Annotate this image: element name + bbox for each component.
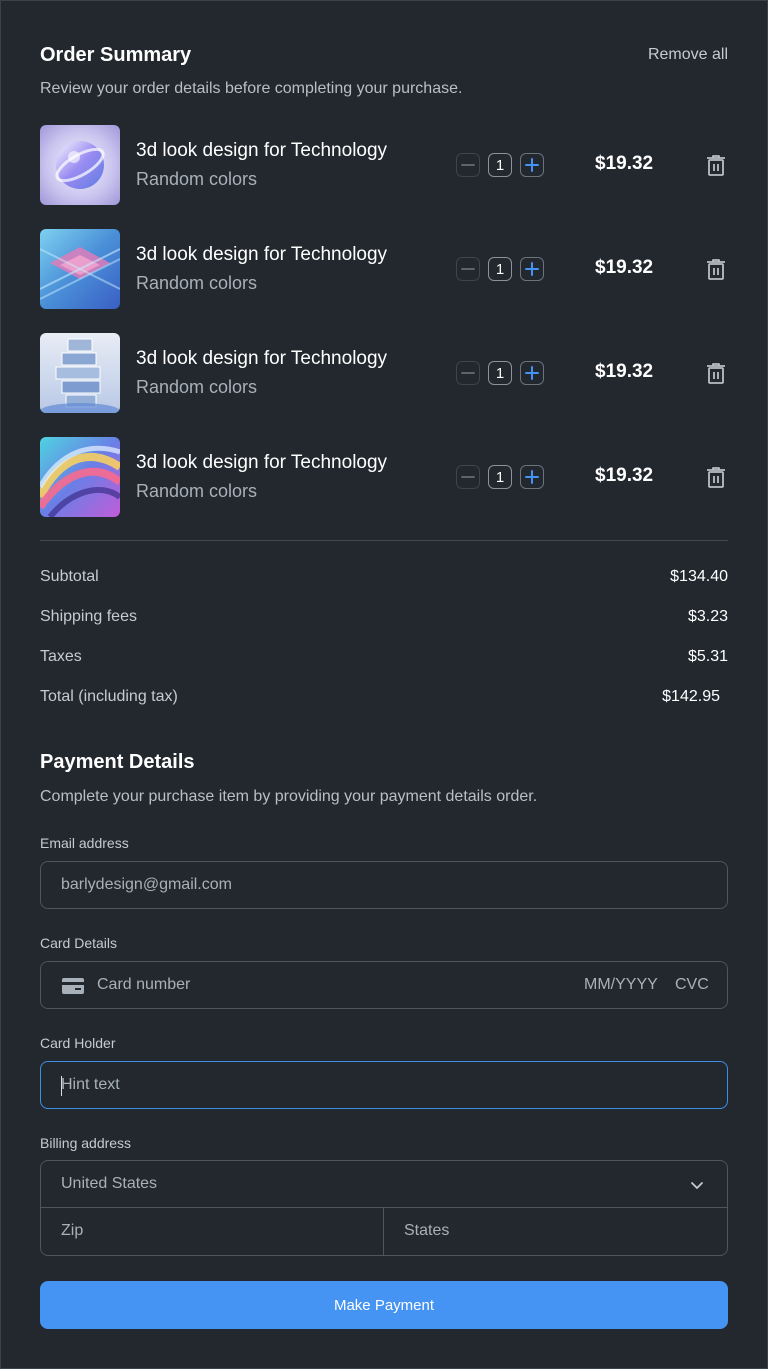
quantity-stepper: 1 — [456, 153, 546, 177]
payment-title: Payment Details — [40, 751, 195, 773]
billing-address-label: Billing address — [40, 1135, 132, 1151]
subtotal-label: Subtotal — [40, 568, 99, 585]
item-name: 3d look design for Technology — [136, 244, 388, 265]
item-price: $19.32 — [595, 153, 654, 174]
item-variant: Random colors — [136, 377, 258, 397]
subtotal-row: Subtotal $134.40 — [40, 568, 728, 588]
increase-qty-button[interactable] — [520, 465, 544, 489]
total-label: Total (including tax) — [40, 688, 178, 705]
remove-all-button[interactable]: Remove all — [648, 46, 728, 64]
item-variant: Random colors — [136, 169, 258, 189]
taxes-label: Taxes — [40, 648, 82, 665]
cart-item: 3d look design for Technology Random col… — [40, 125, 728, 205]
subtotal-value: $134.40 — [670, 568, 728, 585]
increase-qty-button[interactable] — [520, 361, 544, 385]
card-number-input[interactable]: Card number — [97, 976, 190, 994]
item-price: $19.32 — [595, 361, 654, 382]
product-thumbnail — [40, 125, 120, 205]
plus-icon — [525, 470, 539, 484]
product-thumbnail — [40, 437, 120, 517]
cart-item: 3d look design for Technology Random col… — [40, 437, 728, 517]
product-thumbnail — [40, 333, 120, 413]
total-row: Total (including tax) $142.95 — [40, 688, 728, 708]
plus-icon — [525, 366, 539, 380]
decrease-qty-button[interactable] — [456, 465, 480, 489]
item-price: $19.32 — [595, 257, 654, 278]
quantity-value: 1 — [488, 153, 512, 177]
card-expiry-input[interactable]: MM/YYYY — [584, 976, 658, 994]
item-price: $19.32 — [595, 465, 654, 486]
quantity-value: 1 — [488, 361, 512, 385]
zip-input[interactable]: Zip — [41, 1208, 384, 1255]
minus-icon — [461, 164, 475, 166]
product-thumbnail — [40, 229, 120, 309]
shipping-label: Shipping fees — [40, 608, 137, 625]
billing-address-group: United States Zip States — [40, 1160, 728, 1256]
cart-item: 3d look design for Technology Random col… — [40, 229, 728, 309]
cart-item: 3d look design for Technology Random col… — [40, 333, 728, 413]
order-summary-header: Order Summary Remove all — [40, 44, 728, 68]
quantity-stepper: 1 — [456, 465, 546, 489]
page-title: Order Summary — [40, 44, 192, 66]
card-holder-label: Card Holder — [40, 1035, 116, 1051]
card-details-label: Card Details — [40, 935, 118, 951]
decrease-qty-button[interactable] — [456, 153, 480, 177]
delete-item-button[interactable] — [704, 465, 728, 489]
delete-item-button[interactable] — [704, 153, 728, 177]
card-holder-placeholder: Hint text — [61, 1076, 120, 1093]
email-label: Email address — [40, 835, 129, 851]
item-name: 3d look design for Technology — [136, 452, 388, 473]
item-variant: Random colors — [136, 273, 258, 293]
trash-icon — [707, 467, 725, 488]
card-details-field[interactable]: Card number MM/YYYY CVC — [40, 961, 728, 1009]
quantity-value: 1 — [488, 257, 512, 281]
order-subtitle: Review your order details before complet… — [40, 80, 463, 97]
trash-icon — [707, 155, 725, 176]
trash-icon — [707, 363, 725, 384]
chevron-down-icon — [691, 1182, 703, 1189]
decrease-qty-button[interactable] — [456, 361, 480, 385]
email-value: barlydesign@gmail.com — [61, 876, 232, 893]
card-cvc-input[interactable]: CVC — [675, 976, 709, 994]
payment-subtitle: Complete your purchase item by providing… — [40, 788, 538, 805]
plus-icon — [525, 262, 539, 276]
increase-qty-button[interactable] — [520, 257, 544, 281]
make-payment-button[interactable]: Make Payment — [40, 1281, 728, 1329]
delete-item-button[interactable] — [704, 361, 728, 385]
item-variant: Random colors — [136, 481, 258, 501]
quantity-stepper: 1 — [456, 257, 546, 281]
minus-icon — [461, 372, 475, 374]
shipping-value: $3.23 — [687, 608, 728, 625]
minus-icon — [461, 476, 475, 478]
shipping-row: Shipping fees $3.23 — [40, 608, 728, 628]
taxes-row: Taxes $5.31 — [40, 648, 728, 668]
quantity-value: 1 — [488, 465, 512, 489]
delete-item-button[interactable] — [704, 257, 728, 281]
quantity-stepper: 1 — [456, 361, 546, 385]
card-holder-field[interactable]: Hint text — [40, 1061, 728, 1109]
taxes-value: $5.31 — [687, 648, 728, 665]
email-field[interactable]: barlydesign@gmail.com — [40, 861, 728, 909]
trash-icon — [707, 259, 725, 280]
decrease-qty-button[interactable] — [456, 257, 480, 281]
state-input[interactable]: States — [384, 1208, 727, 1255]
state-placeholder: States — [404, 1222, 450, 1239]
credit-card-icon — [62, 978, 84, 994]
item-name: 3d look design for Technology — [136, 348, 388, 369]
total-value: $142.95 — [662, 688, 720, 705]
plus-icon — [525, 158, 539, 172]
country-value: United States — [61, 1175, 158, 1192]
country-select[interactable]: United States — [41, 1161, 727, 1208]
item-name: 3d look design for Technology — [136, 140, 388, 161]
summary-divider — [40, 540, 728, 541]
minus-icon — [461, 268, 475, 270]
zip-placeholder: Zip — [61, 1222, 84, 1239]
increase-qty-button[interactable] — [520, 153, 544, 177]
